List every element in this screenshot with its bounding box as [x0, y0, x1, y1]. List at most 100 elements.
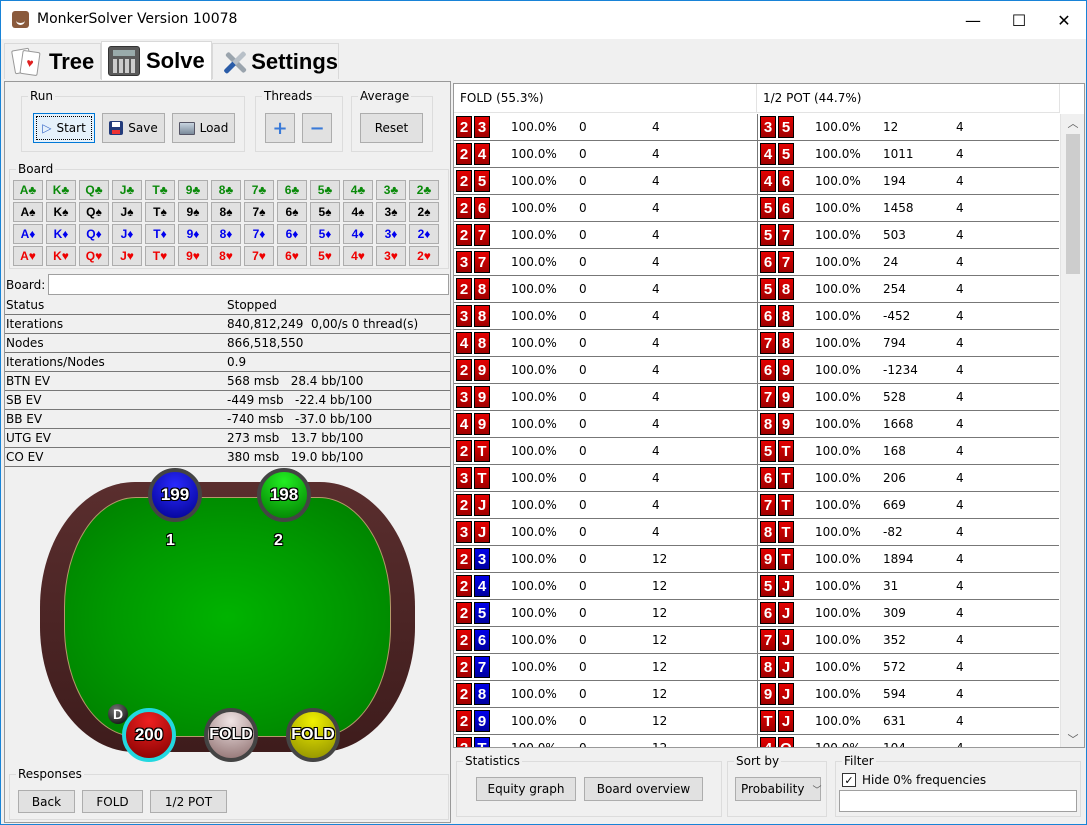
half-pot-hand-cell[interactable]: 3 5 100.0% 12 4	[757, 114, 1059, 140]
board-card-7-diamonds[interactable]: 7♦	[244, 224, 274, 244]
board-card-4-hearts[interactable]: 4♥	[343, 246, 373, 266]
fold-hand-cell[interactable]: 2 9 100.0% 0 4	[454, 357, 757, 383]
fold-hand-cell[interactable]: 2 3 100.0% 0 12	[454, 546, 757, 572]
add-thread-button[interactable]: +	[265, 113, 295, 143]
board-card-K-clubs[interactable]: K♣	[46, 180, 76, 200]
board-card-T-spades[interactable]: T♠	[145, 202, 175, 222]
board-card-A-diamonds[interactable]: A♦	[13, 224, 43, 244]
board-card-4-spades[interactable]: 4♠	[343, 202, 373, 222]
board-card-J-clubs[interactable]: J♣	[112, 180, 142, 200]
half-pot-hand-cell[interactable]: 4 Q 100.0% 104 4	[757, 735, 1059, 747]
fold-hand-cell[interactable]: 2 4 100.0% 0 12	[454, 573, 757, 599]
board-card-J-hearts[interactable]: J♥	[112, 246, 142, 266]
board-card-2-hearts[interactable]: 2♥	[409, 246, 439, 266]
half-pot-hand-cell[interactable]: 5 6 100.0% 1458 4	[757, 195, 1059, 221]
maximize-button[interactable]: ☐	[996, 1, 1042, 39]
board-card-A-clubs[interactable]: A♣	[13, 180, 43, 200]
board-card-Q-hearts[interactable]: Q♥	[79, 246, 109, 266]
half-pot-hand-cell[interactable]: 6 J 100.0% 309 4	[757, 600, 1059, 626]
fold-hand-cell[interactable]: 3 T 100.0% 0 4	[454, 465, 757, 491]
half-pot-hand-cell[interactable]: 9 J 100.0% 594 4	[757, 681, 1059, 707]
fold-hand-cell[interactable]: 3 8 100.0% 0 4	[454, 303, 757, 329]
half-pot-hand-cell[interactable]: 9 T 100.0% 1894 4	[757, 546, 1059, 572]
half-pot-hand-cell[interactable]: 5 T 100.0% 168 4	[757, 438, 1059, 464]
board-card-A-hearts[interactable]: A♥	[13, 246, 43, 266]
close-button[interactable]: ✕	[1041, 1, 1087, 39]
board-card-4-clubs[interactable]: 4♣	[343, 180, 373, 200]
board-card-J-spades[interactable]: J♠	[112, 202, 142, 222]
hide-zero-checkbox[interactable]: ✓	[842, 773, 856, 787]
fold-hand-cell[interactable]: 2 3 100.0% 0 4	[454, 114, 757, 140]
board-card-K-spades[interactable]: K♠	[46, 202, 76, 222]
board-card-Q-spades[interactable]: Q♠	[79, 202, 109, 222]
half-pot-hand-cell[interactable]: 8 T 100.0% -82 4	[757, 519, 1059, 545]
vertical-scrollbar[interactable]: ︿ ﹀	[1060, 114, 1084, 747]
seat-5-chip-folded[interactable]: FOLD	[286, 708, 340, 762]
fold-hand-cell[interactable]: 2 7 100.0% 0 12	[454, 654, 757, 680]
board-card-2-clubs[interactable]: 2♣	[409, 180, 439, 200]
half-pot-hand-cell[interactable]: 8 9 100.0% 1668 4	[757, 411, 1059, 437]
fold-hand-cell[interactable]: 4 8 100.0% 0 4	[454, 330, 757, 356]
fold-hand-cell[interactable]: 2 8 100.0% 0 12	[454, 681, 757, 707]
half-pot-hand-cell[interactable]: 5 J 100.0% 31 4	[757, 573, 1059, 599]
board-card-9-diamonds[interactable]: 9♦	[178, 224, 208, 244]
load-button[interactable]: Load	[172, 113, 235, 143]
board-card-9-hearts[interactable]: 9♥	[178, 246, 208, 266]
board-card-7-clubs[interactable]: 7♣	[244, 180, 274, 200]
board-card-9-clubs[interactable]: 9♣	[178, 180, 208, 200]
save-button[interactable]: Save	[102, 113, 165, 143]
board-card-Q-diamonds[interactable]: Q♦	[79, 224, 109, 244]
board-card-3-hearts[interactable]: 3♥	[376, 246, 406, 266]
fold-hand-cell[interactable]: 3 7 100.0% 0 4	[454, 249, 757, 275]
half-pot-hand-cell[interactable]: 6 8 100.0% -452 4	[757, 303, 1059, 329]
board-card-3-diamonds[interactable]: 3♦	[376, 224, 406, 244]
fold-hand-cell[interactable]: 2 5 100.0% 0 4	[454, 168, 757, 194]
board-card-5-spades[interactable]: 5♠	[310, 202, 340, 222]
filter-text-input[interactable]	[839, 790, 1077, 812]
board-card-5-hearts[interactable]: 5♥	[310, 246, 340, 266]
board-card-3-clubs[interactable]: 3♣	[376, 180, 406, 200]
response-back-button[interactable]: Back	[18, 790, 75, 813]
board-card-4-diamonds[interactable]: 4♦	[343, 224, 373, 244]
fold-hand-cell[interactable]: 2 4 100.0% 0 4	[454, 141, 757, 167]
half-pot-hand-cell[interactable]: T J 100.0% 631 4	[757, 708, 1059, 734]
fold-hand-cell[interactable]: 3 J 100.0% 0 4	[454, 519, 757, 545]
board-card-5-diamonds[interactable]: 5♦	[310, 224, 340, 244]
fold-hand-cell[interactable]: 3 9 100.0% 0 4	[454, 384, 757, 410]
half-pot-hand-cell[interactable]: 6 T 100.0% 206 4	[757, 465, 1059, 491]
fold-hand-cell[interactable]: 2 6 100.0% 0 12	[454, 627, 757, 653]
board-card-8-hearts[interactable]: 8♥	[211, 246, 241, 266]
fold-hand-cell[interactable]: 2 T 100.0% 0 12	[454, 735, 757, 747]
board-overview-button[interactable]: Board overview	[584, 777, 703, 801]
half-pot-hand-cell[interactable]: 4 5 100.0% 1011 4	[757, 141, 1059, 167]
response-half-pot-button[interactable]: 1/2 POT	[150, 790, 227, 813]
fold-hand-cell[interactable]: 2 8 100.0% 0 4	[454, 276, 757, 302]
response-fold-button[interactable]: FOLD	[82, 790, 143, 813]
scroll-up-icon[interactable]: ︿	[1061, 114, 1084, 132]
board-card-2-diamonds[interactable]: 2♦	[409, 224, 439, 244]
seat-4-chip-folded[interactable]: FOLD	[204, 708, 258, 762]
half-pot-hand-cell[interactable]: 7 T 100.0% 669 4	[757, 492, 1059, 518]
half-pot-hand-cell[interactable]: 6 7 100.0% 24 4	[757, 249, 1059, 275]
board-card-T-hearts[interactable]: T♥	[145, 246, 175, 266]
column-header-half-pot[interactable]: 1/2 POT (44.7%)	[757, 84, 1060, 113]
half-pot-hand-cell[interactable]: 5 8 100.0% 254 4	[757, 276, 1059, 302]
half-pot-hand-cell[interactable]: 4 6 100.0% 194 4	[757, 168, 1059, 194]
sort-by-select[interactable]: Probability ﹀	[735, 777, 821, 801]
fold-hand-cell[interactable]: 2 7 100.0% 0 4	[454, 222, 757, 248]
board-card-7-hearts[interactable]: 7♥	[244, 246, 274, 266]
seat-3-chip-active[interactable]: 200	[122, 708, 176, 762]
fold-hand-cell[interactable]: 4 9 100.0% 0 4	[454, 411, 757, 437]
board-card-9-spades[interactable]: 9♠	[178, 202, 208, 222]
column-header-fold[interactable]: FOLD (55.3%)	[454, 84, 757, 113]
board-card-8-diamonds[interactable]: 8♦	[211, 224, 241, 244]
start-button[interactable]: ▷ Start	[33, 113, 95, 143]
board-card-A-spades[interactable]: A♠	[13, 202, 43, 222]
fold-hand-cell[interactable]: 2 T 100.0% 0 4	[454, 438, 757, 464]
fold-hand-cell[interactable]: 2 5 100.0% 0 12	[454, 600, 757, 626]
board-card-5-clubs[interactable]: 5♣	[310, 180, 340, 200]
fold-hand-cell[interactable]: 2 J 100.0% 0 4	[454, 492, 757, 518]
remove-thread-button[interactable]: −	[302, 113, 332, 143]
board-card-6-spades[interactable]: 6♠	[277, 202, 307, 222]
board-card-6-clubs[interactable]: 6♣	[277, 180, 307, 200]
